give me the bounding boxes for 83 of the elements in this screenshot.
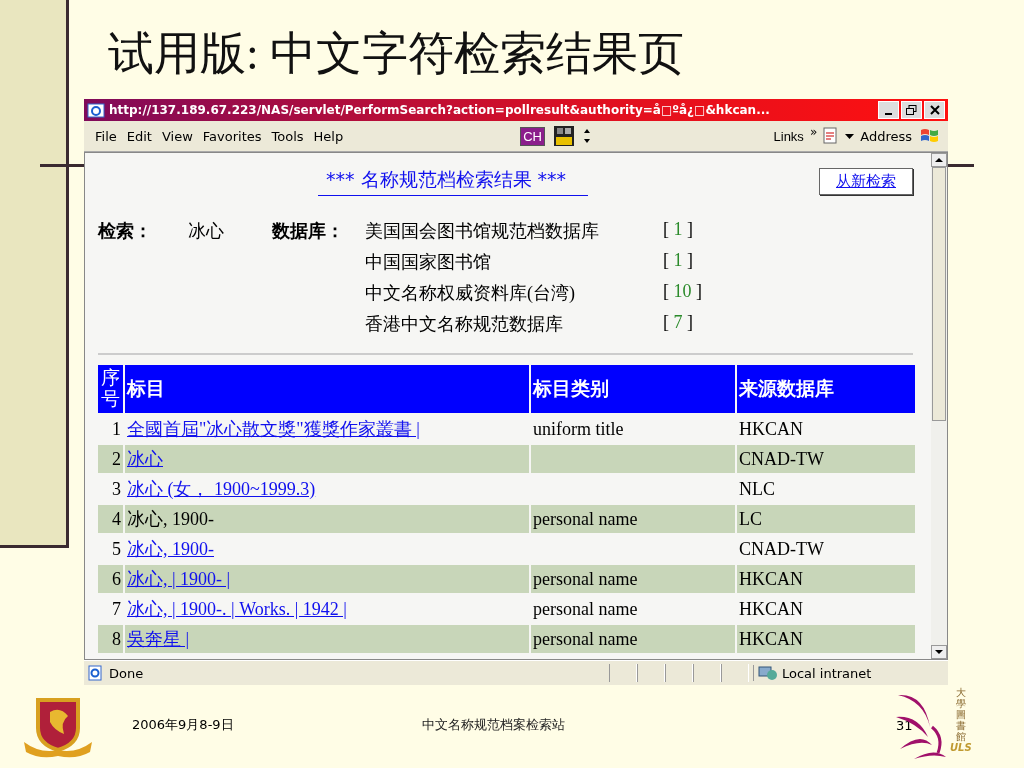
database-name: 中文名称权威资料库(台湾)	[365, 282, 576, 305]
status-text: Done	[109, 665, 145, 681]
source-database: NLC	[739, 478, 775, 499]
scroll-thumb[interactable]	[932, 167, 946, 421]
column-header: 序号	[98, 365, 123, 413]
result-count: [ 10 ]	[663, 281, 702, 303]
row-number: 5	[111, 537, 122, 561]
search-label: 检索：	[98, 220, 153, 243]
database-name: 中国国家图书馆	[365, 251, 492, 274]
database-name: 美国国会图书馆规范档数据库	[365, 220, 600, 243]
page-number: 31	[896, 717, 914, 733]
database-label: 数据库：	[272, 220, 345, 243]
results-heading: *** 名称规范档检索结果 ***	[318, 166, 589, 196]
network-icon	[758, 665, 778, 681]
result-count: [ 1 ]	[663, 219, 693, 241]
heading-link[interactable]: 冰心, | 1900-. | Works. | 1942 |	[127, 599, 347, 619]
source-database: HKCAN	[739, 628, 803, 649]
row-number: 1	[111, 417, 122, 441]
source-database: CNAD-TW	[739, 538, 824, 559]
column-header: 来源数据库	[737, 365, 915, 413]
row-number: 4	[98, 505, 123, 533]
heading-type: personal name	[533, 598, 638, 619]
row-number: 3	[111, 477, 122, 501]
heading-link[interactable]: 冰心 (女， 1900~1999.3)	[127, 479, 316, 499]
row-number: 2	[98, 445, 123, 473]
slide-title: 试用版: 中文字符检索结果页	[108, 27, 686, 81]
chevron-button[interactable]: »	[809, 125, 818, 139]
heading-link[interactable]: 冰心, | 1900- |	[127, 569, 231, 589]
language-button[interactable]: CH	[520, 126, 545, 146]
scrollbar[interactable]	[931, 153, 947, 659]
column-header: 标目类别	[531, 365, 735, 413]
search-term: 冰心	[188, 220, 225, 243]
minimize-icon	[885, 113, 892, 115]
footer-date: 2006年9月8-9日	[132, 716, 235, 734]
row-number: 7	[111, 597, 122, 621]
caret-icon	[845, 132, 855, 140]
database-name: 香港中文名称规范数据库	[365, 313, 564, 336]
menu-item[interactable]: Favorites	[199, 128, 269, 144]
menu-item[interactable]: View	[158, 128, 200, 144]
new-search-button[interactable]: 从新检索	[819, 167, 913, 195]
source-database: CNAD-TW	[739, 448, 824, 469]
heading-type: personal name	[533, 508, 638, 529]
footer-title: 中文名称规范档案检索站	[422, 716, 566, 734]
close-icon	[929, 105, 940, 115]
row-number: 8	[98, 625, 123, 653]
result-count: [ 1 ]	[663, 250, 693, 272]
heading-link[interactable]: 冰心	[127, 449, 163, 469]
source-database: HKCAN	[739, 598, 803, 619]
address-label: Address	[859, 128, 913, 144]
window-title: http://137.189.67.223/NAS/servlet/PerformSearch?action=pollresult&authority=å□ºå¿□&hkcan...	[109, 103, 771, 117]
menu-item[interactable]: File	[92, 128, 124, 144]
status-pane	[665, 664, 693, 682]
page-icon	[87, 665, 105, 681]
source-database: HKCAN	[739, 418, 803, 439]
source-database: LC	[739, 508, 762, 529]
input-method-icon	[553, 125, 575, 147]
heading-type: personal name	[533, 568, 638, 589]
links-button[interactable]: Links	[771, 128, 806, 144]
status-pane	[721, 664, 749, 682]
source-database: HKCAN	[739, 568, 803, 589]
browser-icon	[87, 101, 105, 119]
restore-icon	[906, 105, 917, 115]
menu-item[interactable]: Tools	[268, 128, 311, 144]
restore-button[interactable]	[901, 101, 922, 119]
status-pane	[693, 664, 721, 682]
close-button[interactable]	[924, 101, 945, 119]
heading-link[interactable]: 全國首屆"冰心散文獎"獲獎作家叢書 |	[127, 419, 420, 439]
heading-link[interactable]: 冰心, 1900-	[127, 539, 214, 559]
heading-link[interactable]: 吳奔星 |	[127, 629, 190, 649]
row-number: 6	[98, 565, 123, 593]
minimize-button[interactable]	[878, 101, 899, 119]
heading-type: personal name	[533, 628, 638, 649]
menu-item[interactable]: Edit	[123, 128, 159, 144]
status-pane	[609, 664, 637, 682]
status-pane	[637, 664, 665, 682]
heading-type: uniform title	[533, 418, 624, 439]
menu-item[interactable]: Help	[310, 128, 351, 144]
result-count: [ 7 ]	[663, 312, 693, 334]
library-name: 大學圖書館	[955, 687, 966, 742]
heading-text: 冰心, 1900-	[127, 509, 214, 529]
library-abbreviation: ULS	[950, 742, 972, 753]
column-header: 标目	[125, 365, 529, 413]
zone-text: Local intranet	[782, 665, 872, 681]
